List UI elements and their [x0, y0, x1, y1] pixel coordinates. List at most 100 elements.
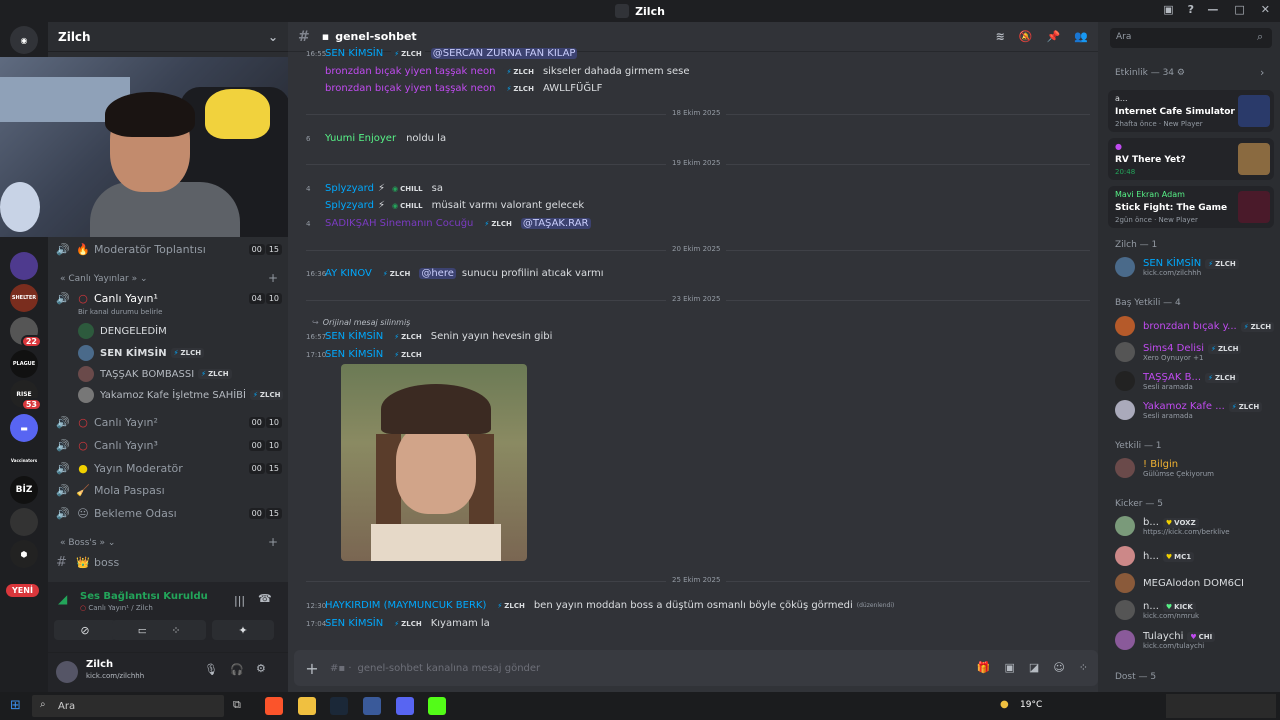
message[interactable]: 4 SADIKŞAH Sinemanın Cocuğu ⚡ ZLCH @TAŞAK… [306, 218, 591, 229]
pin-icon[interactable]: 📌 [1047, 30, 1061, 43]
author-name[interactable]: AY KINOV [325, 268, 372, 279]
avatar[interactable] [56, 661, 78, 683]
author-name[interactable]: Yuumi Enjoyer [325, 133, 396, 144]
activity-card[interactable]: a... Internet Cafe Simulator 2hafta önce… [1108, 90, 1274, 132]
voice-channel-live1[interactable]: 🔊 ○ Canlı Yayın¹ 04 10 [56, 288, 282, 308]
help-icon[interactable]: ? [1188, 3, 1194, 16]
member-row[interactable]: ! Bilgin Gülümse Çekiyorum [1115, 458, 1275, 478]
user-status[interactable]: kick.com/zilchhh [86, 672, 144, 680]
search-input[interactable]: Ara [1110, 28, 1272, 48]
voice-member[interactable]: Yakamoz Kafe İşletme SAHİBİ ⚡ ZLCH [78, 385, 284, 405]
voice-channel-moderator-meeting[interactable]: 🔊 🔥 Moderatör Toplantısı 00 15 [56, 239, 282, 259]
message[interactable]: bronzdan bıçak yiyen taşşak neon ⚡ ZLCH s… [306, 66, 690, 77]
taskbar-search[interactable]: ⌕ Ara [32, 695, 224, 717]
member-list-icon[interactable]: 👥 [1074, 30, 1088, 43]
windows-start-icon[interactable]: ⊞ [10, 698, 21, 713]
message[interactable]: 6 Yuumi Enjoyer noldu la [306, 133, 446, 144]
voice-channel-path[interactable]: ○ Canlı Yayın¹ / Zilch [80, 604, 153, 612]
minimize-button[interactable]: — [1207, 3, 1218, 16]
voice-channel-break[interactable]: 🔊 🧹 Mola Paspası [56, 480, 282, 500]
voice-channel-live3[interactable]: 🔊 ○ Canlı Yayın³ 00 10 [56, 435, 282, 455]
sticker-icon[interactable]: ◪ [1029, 661, 1039, 674]
mention[interactable]: @SERCAN ZURNA FAN KILAP [430, 48, 578, 59]
add-channel-icon[interactable]: + [268, 271, 278, 285]
author-name[interactable]: HAYKIRDIM (MAYMUNCUK BERK) [325, 600, 486, 611]
category-boss[interactable]: « Boss's » ⌄ + [60, 535, 278, 549]
file-explorer-icon[interactable] [298, 697, 316, 715]
app-icon[interactable] [363, 697, 381, 715]
author-name[interactable]: Splyzyard [325, 200, 374, 211]
message[interactable]: 17:04 SEN KİMSİN ⚡ ZLCH Kıyamam la [306, 618, 490, 629]
voice-member[interactable]: SEN KİMSİN ⚡ ZLCH [78, 343, 205, 363]
server-icon-hex[interactable]: ⬢ [10, 540, 38, 568]
steam-icon[interactable] [330, 697, 348, 715]
microphone-icon[interactable]: 🎙 [204, 663, 218, 676]
threads-icon[interactable]: ≋ [996, 30, 1005, 43]
member-row[interactable]: h... ♥ MC1 [1115, 546, 1275, 566]
threads-hash-icon[interactable]: # [298, 29, 310, 45]
inbox-icon[interactable]: ▣ [1163, 3, 1173, 16]
message[interactable]: 16:36 AY KINOV ⚡ ZLCH @here sunucu profil… [306, 268, 604, 279]
activity-card[interactable]: Mavi Ekran Adam Stick Fight: The Game 2g… [1108, 186, 1274, 228]
search-icon[interactable]: ⌕ [1257, 30, 1263, 44]
gif-icon[interactable]: ▣ [1005, 661, 1015, 674]
message[interactable]: 16:57 SEN KİMSİN ⚡ ZLCH Senin yayın heves… [306, 331, 552, 342]
user-name[interactable]: Zilch [86, 659, 113, 670]
apps-icon[interactable]: ⁘ [1079, 661, 1088, 674]
text-channel-boss[interactable]: # 👑 boss [56, 552, 282, 572]
weather-temp[interactable]: 19°C [1020, 700, 1042, 710]
voice-status[interactable]: Ses Bağlantısı Kuruldu [80, 591, 208, 602]
gift-icon[interactable]: 🎁 [977, 661, 991, 674]
message[interactable]: Splyzyard ⚡ ◉ CHILL müsait varmı valorant… [306, 200, 584, 211]
discord-home-icon[interactable]: ◉ [10, 26, 38, 54]
gif-attachment[interactable] [341, 364, 527, 561]
message[interactable]: bronzdan bıçak yiyen taşşak neon ⚡ ZLCH A… [306, 83, 602, 94]
author-name[interactable]: SADIKŞAH Sinemanın Cocuğu [325, 218, 473, 229]
upload-plus-icon[interactable]: + [294, 659, 330, 678]
author-name[interactable]: bronzdan bıçak yiyen taşşak neon [325, 66, 495, 77]
task-view-icon[interactable]: ⧉ [233, 698, 241, 712]
close-button[interactable]: ✕ [1261, 3, 1270, 16]
disconnect-icon[interactable]: ☎ [258, 592, 272, 605]
member-row[interactable]: Yakamoz Kafe ... ⚡ ZLCH Sesli aramada [1115, 400, 1275, 420]
message[interactable]: 12:30 HAYKIRDIM (MAYMUNCUK BERK) ⚡ ZLCH b… [306, 600, 894, 611]
message-composer[interactable]: + #▪ · genel-sohbet kanalına mesaj gönde… [294, 650, 1098, 686]
server-icon-biz[interactable]: BİZ [10, 476, 38, 504]
server-icon-rise[interactable]: RISE 53 [10, 380, 42, 411]
activities-button[interactable]: ⁘ [146, 620, 206, 640]
server-icon-purple[interactable] [10, 252, 38, 280]
message-input[interactable]: genel-sohbet kanalına mesaj gönder [358, 663, 541, 674]
member-row[interactable]: b... ♥ VOXZ https://kick.com/berklive [1115, 516, 1275, 536]
voice-channel-stream-mod[interactable]: 🔊 ● Yayın Moderatör 00 15 [56, 458, 282, 478]
folder-icon[interactable]: ▬ [10, 414, 38, 442]
mention[interactable]: @TAŞAK.RAR [520, 218, 591, 229]
notification-mute-icon[interactable]: 🔕 [1019, 30, 1033, 43]
server-icon-avatar[interactable]: 22 [10, 317, 42, 348]
member-row[interactable]: SEN KİMSİN ⚡ ZLCH kick.com/zilchhh [1115, 257, 1275, 277]
author-name[interactable]: SEN KİMSİN [325, 331, 383, 342]
soundboard-button[interactable]: ✦ [212, 620, 274, 640]
author-name[interactable]: Splyzyard [325, 183, 374, 194]
voice-member[interactable]: TAŞŞAK BOMBASSI ⚡ ZLCH [78, 364, 232, 384]
discord-taskbar-icon[interactable] [396, 697, 414, 715]
member-row[interactable]: Tulaychi ♥ CHI kick.com/tulaychi [1115, 630, 1275, 650]
server-header[interactable]: Zilch ⌄ [48, 22, 288, 52]
kick-icon[interactable] [428, 697, 446, 715]
activity-card[interactable]: ● RV There Yet? 20:48 [1108, 138, 1274, 180]
channel-status[interactable]: Bir kanal durumu belirle [78, 308, 162, 316]
gear-icon[interactable]: ⚙ [256, 662, 266, 675]
emoji-icon[interactable]: ☺ [1053, 661, 1064, 674]
weather-icon[interactable]: ● [1000, 699, 1009, 710]
member-row[interactable]: Sims4 Delisi ⚡ ZLCH Xero Oynuyor +1 [1115, 342, 1275, 362]
author-name[interactable]: bronzdan bıçak yiyen taşşak neon [325, 83, 495, 94]
voice-channel-waiting[interactable]: 🔊 😐 Bekleme Odası 00 15 [56, 503, 282, 523]
camera-button[interactable]: ⊘ [54, 620, 116, 640]
voice-member[interactable]: DENGELEDİM [78, 321, 167, 341]
author-name[interactable]: SEN KİMSİN [325, 349, 383, 360]
category-live[interactable]: « Canlı Yayınlar » ⌄ + [60, 271, 278, 285]
message[interactable]: 17:10 SEN KİMSİN ⚡ ZLCH [306, 349, 425, 360]
message[interactable]: 4 Splyzyard ⚡ ◉ CHILL sa [306, 183, 443, 194]
message[interactable]: 16:55 SEN KİMSİN ⚡ ZLCH @SERCAN ZURNA FAN… [306, 48, 578, 59]
member-row[interactable]: MEGAlodon DOM6CI [1115, 573, 1275, 593]
noise-icon[interactable]: ||| [234, 594, 245, 607]
